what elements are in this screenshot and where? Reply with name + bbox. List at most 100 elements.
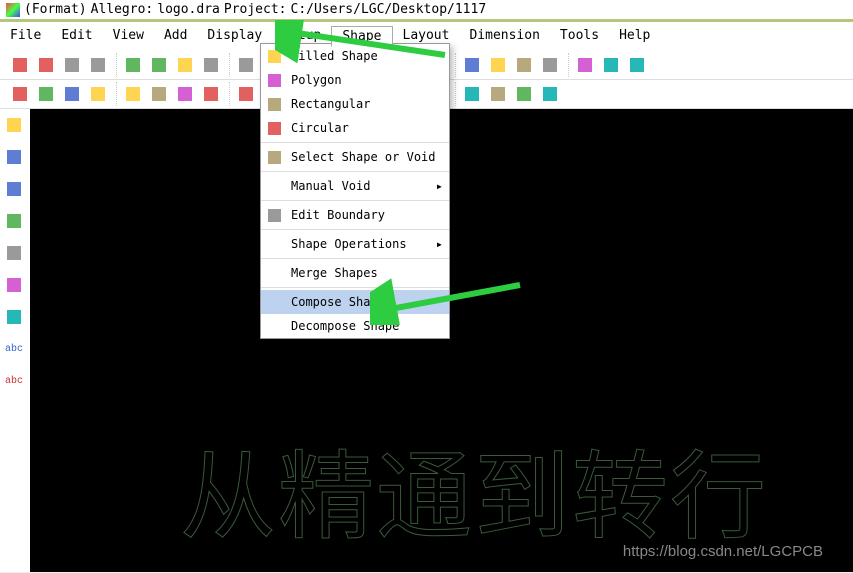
new-icon [12, 57, 28, 73]
doc-icon [490, 86, 506, 102]
menu-item-label: Decompose Shape [291, 319, 399, 333]
shape-menu-filled-shape[interactable]: Filled Shape [261, 44, 449, 68]
menu-add[interactable]: Add [154, 26, 197, 47]
shape-menu-manual-void[interactable]: Manual Void [261, 174, 449, 198]
menu-file[interactable]: File [0, 26, 51, 47]
poly-tool[interactable] [2, 145, 26, 169]
prev-button[interactable] [173, 53, 197, 77]
shape-menu-circular[interactable]: Circular [261, 116, 449, 140]
layer-g1-button[interactable] [8, 82, 32, 106]
tl-bot-button[interactable] [199, 82, 223, 106]
tl-rgt-button[interactable] [234, 82, 258, 106]
step-tool[interactable] [2, 177, 26, 201]
menu-separator [261, 142, 449, 143]
swap-icon [151, 57, 167, 73]
next-icon [203, 57, 219, 73]
step-icon [6, 181, 22, 197]
rect-tool-icon [6, 309, 22, 325]
shape-menu-polygon[interactable]: Polygon [261, 68, 449, 92]
edit-boundary-icon [267, 208, 281, 222]
line-tool[interactable] [2, 273, 26, 297]
layer-r1-button[interactable] [121, 82, 145, 106]
shape-menu-decompose-shape[interactable]: Decompose Shape [261, 314, 449, 338]
ground-icon [6, 245, 22, 261]
menu-dimension[interactable]: Dimension [459, 26, 549, 47]
circle-icon [267, 121, 281, 135]
rotate-icon [238, 57, 254, 73]
settings-icon [603, 57, 619, 73]
move-button[interactable] [86, 53, 110, 77]
abc-tool[interactable]: abc [2, 337, 26, 361]
new-button[interactable] [8, 53, 32, 77]
shape-menu-compose-shape[interactable]: Compose Shape [261, 290, 449, 314]
menu-item-label: Select Shape or Void [291, 150, 436, 164]
panel-1-button[interactable] [512, 53, 536, 77]
shape-menu-rectangular[interactable]: Rectangular [261, 92, 449, 116]
panel-1-icon [516, 57, 532, 73]
grid-1-button[interactable] [460, 53, 484, 77]
layer-g2-button[interactable] [34, 82, 58, 106]
menu-item-label: Compose Shape [291, 295, 385, 309]
left-toolbar: abc abc [0, 109, 30, 572]
menu-item-label: Filled Shape [291, 49, 378, 63]
settings-button[interactable] [599, 53, 623, 77]
shape-menu-edit-boundary[interactable]: Edit Boundary [261, 203, 449, 227]
layer-r2-icon [151, 86, 167, 102]
copy-button[interactable] [121, 53, 145, 77]
title-file: logo.dra [157, 2, 220, 17]
menu-item-label: Merge Shapes [291, 266, 378, 280]
layer-r2-button[interactable] [147, 82, 171, 106]
square-fill-icon [267, 49, 281, 63]
canvas-text-outline: 从精通到转行 [180, 419, 768, 558]
prev-icon [177, 57, 193, 73]
camera-button[interactable] [460, 82, 484, 106]
shape-menu-select-shape-or-void[interactable]: Select Shape or Void [261, 145, 449, 169]
rect-tool-tool[interactable] [2, 305, 26, 329]
layer-g4-icon [90, 86, 106, 102]
tl-top-button[interactable] [173, 82, 197, 106]
rect-icon [267, 97, 281, 111]
grid-2-button[interactable] [486, 53, 510, 77]
grid-1-icon [464, 57, 480, 73]
save-button[interactable] [60, 53, 84, 77]
swap-button[interactable] [147, 53, 171, 77]
grid-2-icon [490, 57, 506, 73]
layer-g4-button[interactable] [86, 82, 110, 106]
panel-2-icon [542, 57, 558, 73]
layer-g3-icon [64, 86, 80, 102]
shape-menu-shape-operations[interactable]: Shape Operations [261, 232, 449, 256]
wave-tool[interactable] [2, 209, 26, 233]
title-proj-label: Project: [224, 2, 287, 17]
doc-button[interactable] [486, 82, 510, 106]
app-icon [6, 3, 20, 17]
tl-bot-icon [203, 86, 219, 102]
rotate-button[interactable] [234, 53, 258, 77]
menu-separator [261, 171, 449, 172]
help-button[interactable] [538, 82, 562, 106]
menu-edit[interactable]: Edit [51, 26, 102, 47]
menu-help[interactable]: Help [609, 26, 660, 47]
panel-2-button[interactable] [538, 53, 562, 77]
tl-top-icon [177, 86, 193, 102]
layer-g3-button[interactable] [60, 82, 84, 106]
layer-r1-icon [125, 86, 141, 102]
menu-item-label: Edit Boundary [291, 208, 385, 222]
menu-tools[interactable]: Tools [550, 26, 609, 47]
open-button[interactable] [34, 53, 58, 77]
menu-item-label: Manual Void [291, 179, 370, 193]
shape-menu-merge-shapes[interactable]: Merge Shapes [261, 261, 449, 285]
path-tool[interactable] [2, 113, 26, 137]
ground-tool[interactable] [2, 241, 26, 265]
layer-g1-icon [12, 86, 28, 102]
mail-button[interactable] [512, 82, 536, 106]
panel-3-button[interactable] [573, 53, 597, 77]
menu-shape[interactable]: Shape [331, 26, 392, 47]
shape-menu-dropdown[interactable]: Filled Shape PolygonRectangularCircular Se… [260, 43, 450, 339]
next-button[interactable] [199, 53, 223, 77]
line-icon [6, 277, 22, 293]
lock-button[interactable] [625, 53, 649, 77]
mail-icon [516, 86, 532, 102]
save-icon [64, 57, 80, 73]
abc-plus-tool[interactable]: abc [2, 369, 26, 393]
menu-view[interactable]: View [103, 26, 154, 47]
